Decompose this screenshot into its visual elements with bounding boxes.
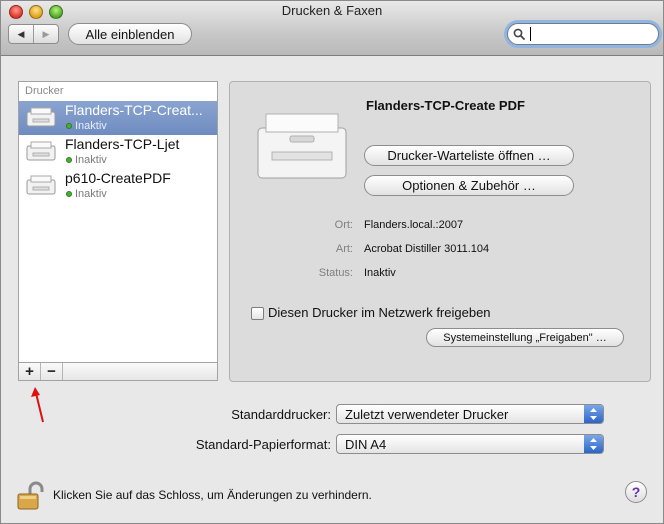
kind-value: Acrobat Distiller 3011.104 [364, 243, 490, 255]
paper-size-popup[interactable]: DIN A4 [336, 434, 604, 454]
default-printer-value: Zuletzt verwendeter Drucker [345, 407, 509, 422]
share-printer-checkbox[interactable] [251, 307, 264, 320]
remove-printer-button[interactable]: − [41, 363, 63, 380]
status-dot-icon [66, 157, 72, 163]
search-field[interactable] [507, 23, 659, 45]
printer-list-toolbar: + − [18, 362, 218, 381]
printer-status: Inaktiv [75, 120, 107, 132]
preferences-window: Drucken & Faxen ◀ ▶ Alle einblenden Druc… [0, 0, 664, 524]
open-print-queue-button[interactable]: Drucker-Warteliste öffnen … [364, 145, 574, 166]
back-arrow-icon: ◀ [17, 28, 25, 39]
kind-label: Art: [335, 243, 353, 255]
location-label: Ort: [334, 219, 353, 231]
share-printer-label[interactable]: Diesen Drucker im Netzwerk freigeben [268, 305, 491, 320]
printer-large-icon [257, 113, 347, 179]
status-dot-icon [66, 123, 72, 129]
window-title: Drucken & Faxen [281, 3, 383, 18]
popup-arrows-icon [584, 405, 603, 423]
forward-button[interactable]: ▶ [33, 25, 58, 43]
paper-size-value: DIN A4 [345, 437, 387, 452]
printer-row-p610-createpdf[interactable]: p610-CreatePDF Inaktiv [19, 169, 217, 203]
status-label: Status: [318, 267, 353, 279]
sharing-preferences-button[interactable]: Systemeinstellung „Freigaben" … [426, 328, 624, 347]
popup-arrows-icon [584, 435, 603, 453]
text-caret [530, 27, 531, 41]
printer-name: Flanders-TCP-Creat... [65, 102, 203, 118]
back-button[interactable]: ◀ [9, 25, 33, 43]
show-all-button[interactable]: Alle einblenden [68, 23, 192, 45]
printer-icon [26, 141, 56, 161]
back-forward-control: ◀ ▶ [8, 24, 59, 44]
lock-message: Klicken Sie auf das Schloss, um Änderung… [53, 488, 372, 502]
default-printer-label: Standarddrucker: [231, 407, 331, 422]
status-dot-icon [66, 191, 72, 197]
location-value: Flanders.local.:2007 [364, 219, 464, 231]
options-supplies-button[interactable]: Optionen & Zubehör … [364, 175, 574, 196]
printer-status: Inaktiv [75, 188, 107, 200]
printer-list[interactable]: Drucker Flanders-TCP-Creat... Inaktiv Fl… [18, 81, 218, 381]
printer-row-flanders-tcp-ljet[interactable]: Flanders-TCP-Ljet Inaktiv [19, 135, 217, 169]
printer-icon [26, 107, 56, 127]
annotation-arrow-icon [31, 387, 44, 423]
status-value: Inaktiv [364, 267, 396, 279]
lock-open-icon[interactable] [16, 481, 46, 511]
printer-name: p610-CreatePDF [65, 170, 171, 186]
selected-printer-name: Flanders-TCP-Create PDF [366, 98, 525, 113]
printer-list-header: Drucker [25, 85, 64, 97]
printer-detail-panel: Flanders-TCP-Create PDF Drucker-Wartelis… [229, 81, 651, 382]
printer-status: Inaktiv [75, 154, 107, 166]
printer-icon [26, 175, 56, 195]
printer-row-flanders-tcp-create[interactable]: Flanders-TCP-Creat... Inaktiv [19, 101, 217, 135]
help-button[interactable]: ? [625, 481, 647, 503]
printer-name: Flanders-TCP-Ljet [65, 136, 180, 152]
default-printer-popup[interactable]: Zuletzt verwendeter Drucker [336, 404, 604, 424]
forward-arrow-icon: ▶ [42, 28, 50, 39]
search-icon [513, 28, 525, 40]
window-titlebar: Drucken & Faxen ◀ ▶ Alle einblenden [1, 1, 663, 56]
paper-size-label: Standard-Papierformat: [195, 437, 331, 452]
add-printer-button[interactable]: + [19, 363, 41, 380]
